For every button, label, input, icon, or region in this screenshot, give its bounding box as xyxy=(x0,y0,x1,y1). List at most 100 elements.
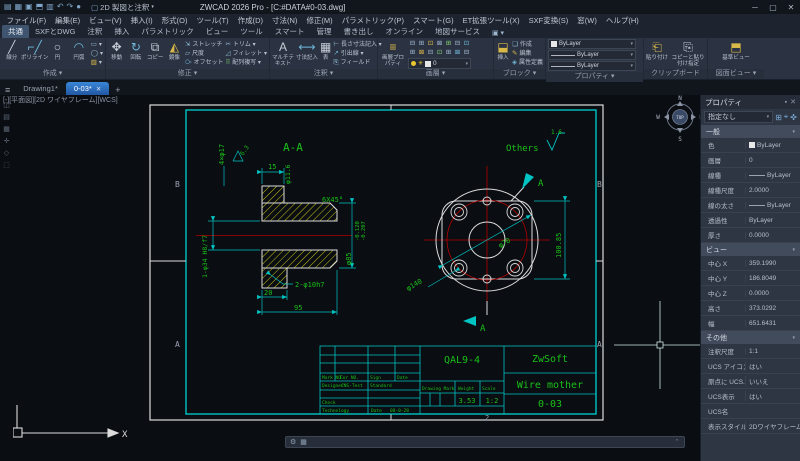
layer-tool-icon[interactable]: ⊡ xyxy=(462,39,471,48)
linetype-control[interactable]: ByLayer▾ xyxy=(548,61,636,71)
prop-row-ltscale[interactable]: 線種尺度2.0000 xyxy=(701,183,800,198)
prop-row-width[interactable]: 幅651.6431 xyxy=(701,316,800,331)
redo-icon[interactable]: ↷ xyxy=(67,1,74,13)
strip-icon-cube[interactable]: ◫ xyxy=(3,101,10,109)
panel-pin-icon[interactable]: ▪ xyxy=(785,99,787,106)
ribbon-tab-export[interactable]: 書き出し xyxy=(337,25,379,38)
tool-paste-special[interactable]: ⎘コピーと貼り付け指定 xyxy=(670,39,706,67)
command-settings-icon[interactable]: ⚙ xyxy=(290,438,296,446)
tool-mirror[interactable]: ◭鏡像 xyxy=(166,39,183,61)
ribbon-tab-manage[interactable]: 管理 xyxy=(310,25,337,38)
menu-help[interactable]: ヘルプ(H) xyxy=(601,15,643,26)
tool-leader[interactable]: ↗引出線 ▾ xyxy=(333,50,381,58)
selection-dropdown[interactable]: 指定なし▾ xyxy=(704,111,773,123)
menu-file[interactable]: ファイル(F) xyxy=(2,15,51,26)
command-collapse-icon[interactable]: ⌃ xyxy=(674,438,680,446)
layer-tool-icon[interactable]: ⊠ xyxy=(417,48,426,57)
prop-row-height[interactable]: 高さ373.0292 xyxy=(701,301,800,316)
compass-top[interactable]: TOP xyxy=(676,115,684,120)
layer-tool-icon[interactable]: ⊟ xyxy=(453,39,462,48)
drawing-canvas[interactable]: [-][平面図][2D ワイヤフレーム][WCS] ◫ ▤ ▦ ✛ ◇ ⬚ xyxy=(0,95,700,461)
lineweight-control[interactable]: ByLayer▾ xyxy=(548,50,636,60)
print-icon[interactable]: ▥ xyxy=(46,1,54,13)
ribbon-style-icon[interactable]: ▣ ▾ xyxy=(486,28,510,38)
layer-tool-icon[interactable]: ⊠ xyxy=(435,39,444,48)
strip-icon-grid[interactable]: ▤ xyxy=(3,113,10,121)
layer-tool-icon[interactable]: ⊡ xyxy=(426,39,435,48)
menu-modify[interactable]: 修正(M) xyxy=(302,15,337,26)
menu-view[interactable]: ビュー(V) xyxy=(85,15,127,26)
tool-block-edit[interactable]: ✎編集 xyxy=(512,50,543,58)
compass-north[interactable]: N xyxy=(678,95,682,102)
tool-mtext[interactable]: Aマルチテキスト xyxy=(272,39,294,67)
tool-table[interactable]: ▦表 xyxy=(320,39,331,61)
undo-icon[interactable]: ↶ xyxy=(57,1,64,13)
tool-rotate[interactable]: ↻回転 xyxy=(127,39,144,61)
menu-smart[interactable]: スマート(G) xyxy=(408,15,458,26)
layer-tool-icon[interactable]: ⊞ xyxy=(417,39,426,48)
ribbon-tab-tools[interactable]: ツール xyxy=(234,25,269,38)
prop-row-center-z[interactable]: 中心 Z0.0000 xyxy=(701,286,800,301)
prop-row-ucs-icon[interactable]: UCS アイコン...はい xyxy=(701,359,800,374)
prop-row-thickness[interactable]: 厚さ0.0000 xyxy=(701,228,800,243)
prop-row-color[interactable]: 色ByLayer xyxy=(701,138,800,153)
section-misc[interactable]: その他▾ xyxy=(701,331,800,344)
tool-polyline[interactable]: ⌐╱ポリライン xyxy=(24,39,46,61)
tool-copy[interactable]: ⧉コピー xyxy=(146,39,163,61)
strip-icon-layers[interactable]: ▦ xyxy=(3,125,10,133)
prop-row-ucs-origin[interactable]: 原点に UCS...いいえ xyxy=(701,374,800,389)
menu-dimension[interactable]: 寸法(N) xyxy=(268,15,302,26)
tool-stretch[interactable]: ⇲ストレッチ xyxy=(185,41,224,49)
tool-insert-block[interactable]: ⬓挿入 xyxy=(496,39,510,61)
tool-offset[interactable]: ⧂オフセット xyxy=(185,59,224,67)
tool-hatch[interactable]: ▨▾ xyxy=(91,59,103,67)
menu-sxf[interactable]: SXF変換(S) xyxy=(524,15,573,26)
tool-base-view[interactable]: ⬒基準ビュー xyxy=(721,39,751,61)
menu-format[interactable]: 形式(O) xyxy=(157,15,192,26)
prop-row-ucs-name[interactable]: UCS名 xyxy=(701,404,800,419)
close-button[interactable]: ✕ xyxy=(782,3,800,12)
prop-row-center-y[interactable]: 中心 Y186.8049 xyxy=(701,271,800,286)
prop-row-transparency[interactable]: 透過性ByLayer xyxy=(701,213,800,228)
tool-move[interactable]: ✥移動 xyxy=(108,39,125,61)
section-general[interactable]: 一般▾ xyxy=(701,125,800,138)
group-label-modify[interactable]: 修正 ▾ xyxy=(106,69,269,79)
color-control[interactable]: ByLayer▾ xyxy=(548,39,636,49)
save-as-icon[interactable]: ⬒ xyxy=(36,1,44,13)
layer-tool-icon[interactable]: ⊡ xyxy=(435,48,444,57)
maximize-button[interactable]: ▢ xyxy=(764,3,782,12)
ribbon-tab-smart[interactable]: スマート xyxy=(269,25,311,38)
doc-tab-0-03[interactable]: 0-03*✕ xyxy=(66,82,109,95)
compass-east[interactable]: E xyxy=(699,114,700,121)
tool-array[interactable]: ⠿配列複写 ▾ xyxy=(225,59,267,67)
tool-field[interactable]: ⎘フィールド xyxy=(333,59,381,67)
ribbon-tab-insert[interactable]: 挿入 xyxy=(108,25,135,38)
layer-tool-icon[interactable]: ⊞ xyxy=(408,48,417,57)
prop-row-annot-scale[interactable]: 注釈尺度1:1 xyxy=(701,344,800,359)
group-label-annotate[interactable]: 注釈 ▾ xyxy=(270,69,377,79)
prop-row-center-x[interactable]: 中心 X359.1990 xyxy=(701,256,800,271)
tool-linear-dim[interactable]: ⊢長さ寸法記入 ▾ xyxy=(333,41,381,49)
tool-circle[interactable]: ○円 xyxy=(48,39,68,61)
menu-insert[interactable]: 挿入(I) xyxy=(126,15,157,26)
group-label-properties[interactable]: プロパティ ▾ xyxy=(546,72,643,82)
group-label-drawing-view[interactable]: 図面ビュー ▾ xyxy=(708,69,764,79)
ribbon-tab-parametric[interactable]: パラメトリック xyxy=(135,25,199,38)
select-objects-icon[interactable]: ⌖ xyxy=(784,112,789,122)
help-icon[interactable]: ● xyxy=(76,1,81,13)
menu-tools[interactable]: ツール(T) xyxy=(192,15,233,26)
tool-paste[interactable]: ⎗貼り付け xyxy=(646,39,668,61)
prop-row-lineweight[interactable]: 線の太さByLayer xyxy=(701,198,800,213)
strip-icon-cross[interactable]: ✛ xyxy=(4,137,10,145)
view-compass[interactable]: N S W E TOP xyxy=(656,95,700,143)
compass-south[interactable]: S xyxy=(678,136,682,143)
layer-tool-icon[interactable]: ⊟ xyxy=(462,48,471,57)
ribbon-tab-map[interactable]: 地図サービス xyxy=(429,25,486,38)
layer-tool-icon[interactable]: ⊞ xyxy=(444,48,453,57)
tool-ellipse[interactable]: ◯▾ xyxy=(91,50,103,58)
quick-select-icon[interactable]: ⊞ xyxy=(775,113,782,122)
ribbon-tab-sxfdwg[interactable]: SXFとDWG xyxy=(29,25,81,38)
tool-line[interactable]: ╱線分 xyxy=(2,39,22,61)
save-icon[interactable]: ▣ xyxy=(25,1,33,13)
new-file-icon[interactable]: ▤ xyxy=(4,1,12,13)
